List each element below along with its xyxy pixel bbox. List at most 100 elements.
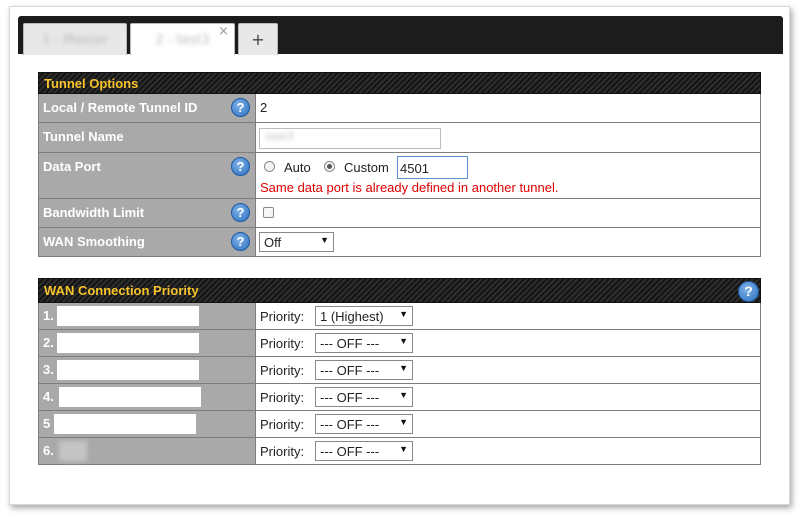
wan-row: 3. Priority: --- OFF --- ▼: [38, 357, 761, 384]
value-cell: Priority: --- OFF --- ▼: [256, 330, 760, 356]
wan-priority-header: WAN Connection Priority: [38, 278, 761, 303]
row-label: WAN Smoothing: [43, 234, 145, 249]
priority-select[interactable]: --- OFF --- ▼: [315, 414, 413, 434]
label-cell: 1.: [39, 303, 256, 329]
value-cell: Priority: --- OFF --- ▼: [256, 438, 760, 464]
wan-row-number: 3.: [43, 362, 54, 377]
wan-row: 1. Priority: 1 (Highest) ▼: [38, 303, 761, 330]
priority-label: Priority:: [260, 363, 305, 378]
tunnel-name-value: test3: [266, 130, 295, 143]
help-icon[interactable]: ?: [231, 232, 250, 251]
section-title: Tunnel Options: [44, 76, 139, 91]
chevron-down-icon: ▼: [399, 363, 408, 373]
select-value: --- OFF ---: [320, 363, 380, 378]
tab-label: 1 - Master: [42, 33, 108, 48]
select-value: --- OFF ---: [320, 390, 380, 405]
tunnel-name-input[interactable]: test3: [259, 128, 441, 149]
tab-bar: 1 - Master 2 - test3 × +: [18, 16, 783, 55]
select-value: --- OFF ---: [320, 336, 380, 351]
tunnel-id-value: 2: [260, 100, 268, 115]
wan-row: 5 Priority: --- OFF --- ▼: [38, 411, 761, 438]
value-cell: test3: [256, 123, 760, 152]
row-data-port: Data Port ? Auto Custom 4501 Same data p…: [38, 153, 761, 199]
value-cell: Priority: --- OFF --- ▼: [256, 357, 760, 383]
select-value: --- OFF ---: [320, 417, 380, 432]
data-port-auto-label: Auto: [284, 160, 311, 175]
wan-row: 2. Priority: --- OFF --- ▼: [38, 330, 761, 357]
row-bandwidth-limit: Bandwidth Limit ?: [38, 199, 761, 228]
section-title: WAN Connection Priority: [44, 283, 199, 298]
wan-row-number: 6.: [43, 443, 54, 458]
wan-row: 6. Priority: --- OFF --- ▼: [38, 438, 761, 465]
select-value: 1 (Highest): [320, 309, 384, 324]
wan-row: 4. Priority: --- OFF --- ▼: [38, 384, 761, 411]
label-cell: Bandwidth Limit ?: [39, 199, 256, 227]
label-cell: Data Port ?: [39, 153, 256, 198]
select-value: --- OFF ---: [320, 444, 380, 459]
priority-select[interactable]: --- OFF --- ▼: [315, 441, 413, 461]
row-tunnel-name: Tunnel Name test3: [38, 123, 761, 153]
priority-label: Priority:: [260, 390, 305, 405]
tab-1-master[interactable]: 1 - Master: [23, 23, 127, 55]
wan-row-number: 2.: [43, 335, 54, 350]
value-cell: Auto Custom 4501 Same data port is alrea…: [256, 153, 760, 198]
row-label: Local / Remote Tunnel ID: [43, 100, 198, 115]
wan-row-number: 1.: [43, 308, 54, 323]
chevron-down-icon: ▼: [399, 417, 408, 427]
close-icon[interactable]: ×: [218, 24, 229, 39]
chevron-down-icon: ▼: [320, 235, 329, 245]
row-wan-smoothing: WAN Smoothing ? Off ▼: [38, 228, 761, 257]
wan-name-redacted: [59, 441, 87, 461]
data-port-custom-label: Custom: [344, 160, 389, 175]
row-label: Tunnel Name: [43, 129, 124, 144]
wan-name-redacted: [57, 306, 199, 326]
help-icon[interactable]: ?: [231, 157, 250, 176]
plus-icon: +: [251, 30, 265, 49]
wan-smoothing-select[interactable]: Off ▼: [259, 232, 334, 252]
priority-select[interactable]: --- OFF --- ▼: [315, 387, 413, 407]
help-icon[interactable]: ?: [738, 281, 759, 302]
row-tunnel-id: Local / Remote Tunnel ID ? 2: [38, 94, 761, 123]
wan-row-number: 5: [43, 416, 51, 431]
label-cell: 4.: [39, 384, 256, 410]
label-cell: Local / Remote Tunnel ID ?: [39, 94, 256, 122]
label-cell: 6.: [39, 438, 256, 464]
label-cell: 3.: [39, 357, 256, 383]
priority-label: Priority:: [260, 336, 305, 351]
value-cell: 2: [256, 94, 760, 122]
value-cell: Priority: 1 (Highest) ▼: [256, 303, 760, 329]
tab-2-active[interactable]: 2 - test3 ×: [130, 23, 235, 55]
wan-name-redacted: [59, 387, 201, 407]
priority-label: Priority:: [260, 417, 305, 432]
data-port-input[interactable]: 4501: [397, 156, 468, 179]
value-cell: Off ▼: [256, 228, 760, 256]
data-port-value: 4501: [400, 161, 429, 176]
help-icon[interactable]: ?: [231, 98, 250, 117]
data-port-error: Same data port is already defined in ano…: [260, 180, 559, 195]
data-port-auto-radio[interactable]: [264, 161, 275, 172]
priority-select[interactable]: 1 (Highest) ▼: [315, 306, 413, 326]
priority-select[interactable]: --- OFF --- ▼: [315, 360, 413, 380]
wan-name-redacted: [54, 414, 196, 434]
value-cell: [256, 199, 760, 227]
chevron-down-icon: ▼: [399, 390, 408, 400]
help-icon[interactable]: ?: [231, 203, 250, 222]
tunnel-options-header: Tunnel Options: [38, 72, 761, 94]
add-tab-button[interactable]: +: [238, 23, 278, 55]
priority-label: Priority:: [260, 444, 305, 459]
wan-name-redacted: [57, 360, 199, 380]
priority-label: Priority:: [260, 309, 305, 324]
value-cell: Priority: --- OFF --- ▼: [256, 411, 760, 437]
chevron-down-icon: ▼: [399, 444, 408, 454]
row-label: Bandwidth Limit: [43, 205, 145, 220]
label-cell: Tunnel Name: [39, 123, 256, 152]
priority-select[interactable]: --- OFF --- ▼: [315, 333, 413, 353]
data-port-custom-radio[interactable]: [324, 161, 335, 172]
label-cell: WAN Smoothing ?: [39, 228, 256, 256]
chevron-down-icon: ▼: [399, 309, 408, 319]
value-cell: Priority: --- OFF --- ▼: [256, 384, 760, 410]
wan-name-redacted: [57, 333, 199, 353]
bandwidth-limit-checkbox[interactable]: [263, 207, 274, 218]
label-cell: 5: [39, 411, 256, 437]
chevron-down-icon: ▼: [399, 336, 408, 346]
